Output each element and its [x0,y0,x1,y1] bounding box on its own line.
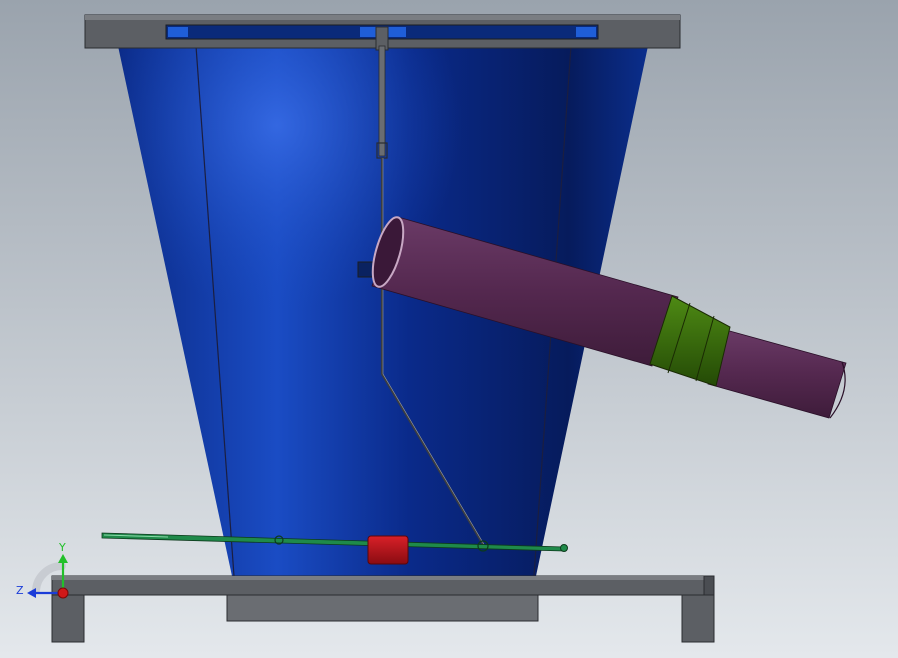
y-axis-label: Y [58,541,66,554]
cad-scene[interactable]: Y Z [0,0,898,658]
pivot-block [357,261,375,278]
top-flange-bevel [85,15,680,20]
base-leg-left[interactable] [51,594,85,643]
hanger-bar[interactable] [378,45,386,157]
base-leg-right[interactable] [681,594,715,643]
base-plate[interactable] [226,594,539,622]
cad-viewport[interactable]: Y Z [0,0,898,658]
base-beam-bevel [52,576,714,580]
base-beam-end [703,575,715,596]
slot-window-left [168,27,188,37]
axis-origin-icon [57,587,69,599]
slot-window-right [576,27,596,37]
counterweight[interactable] [367,535,409,565]
lever-end-knob [560,544,568,552]
z-axis-label: Z [16,584,24,597]
